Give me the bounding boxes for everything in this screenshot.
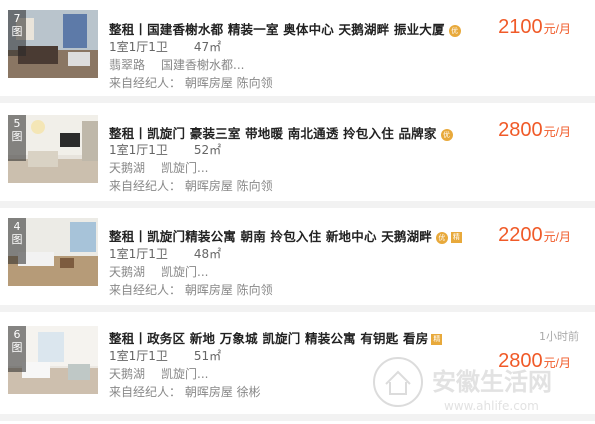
listing-agent: 来自经纪人： 朝晖房屋 陈向领 xyxy=(109,76,273,90)
listing-title[interactable]: 整租丨政务区 新地 万象城 凯旋门 精装公寓 有钥匙 看房精 xyxy=(109,328,443,347)
listing-spec: 1室1厅1卫 47㎡ xyxy=(109,40,222,54)
listing-location[interactable]: 天鹅湖 凯旋门... xyxy=(109,365,208,382)
listing-spec: 1室1厅1卫 52㎡ xyxy=(109,143,222,157)
verified-badge-icon: 优 xyxy=(436,231,449,244)
separator xyxy=(0,201,595,208)
listing-item[interactable]: 7图 整租丨国建香榭水都 精装一室 奥体中心 天鹅湖畔 振业大厦优 2100元/… xyxy=(0,0,595,100)
separator xyxy=(0,414,595,421)
listing-title[interactable]: 整租丨国建香榭水都 精装一室 奥体中心 天鹅湖畔 振业大厦优 xyxy=(109,19,461,38)
listing-price: 2800元/月 xyxy=(498,350,571,372)
post-time: 1小时前 xyxy=(539,330,579,343)
listing-photo[interactable]: 7图 xyxy=(8,10,98,78)
listing-agent: 来自经纪人： 朝晖房屋 陈向领 xyxy=(109,283,273,297)
photo-count: 7图 xyxy=(8,10,26,56)
listing-price: 2200元/月 xyxy=(498,224,571,246)
photo-count: 4图 xyxy=(8,218,26,264)
listing-location[interactable]: 天鹅湖 凯旋门... xyxy=(109,159,208,176)
verified-badge-icon: 优 xyxy=(440,128,453,141)
listing-item[interactable]: 5图 整租丨凯旋门 豪装三室 带地暖 南北通透 拎包入住 品牌家优 2800元/… xyxy=(0,103,595,203)
listing-price: 2100元/月 xyxy=(498,16,571,38)
photo-count: 6图 xyxy=(8,326,26,372)
listing-location[interactable]: 翡翠路 国建香榭水都... xyxy=(109,56,244,73)
listing-spec: 1室1厅1卫 51㎡ xyxy=(109,349,222,363)
listing-agent: 来自经纪人： 朝晖房屋 徐彬 xyxy=(109,385,261,399)
listing-title[interactable]: 整租丨凯旋门精装公寓 朝南 拎包入住 新地中心 天鹅湖畔优精 xyxy=(109,226,463,245)
listing-spec: 1室1厅1卫 48㎡ xyxy=(109,247,222,261)
listing-location[interactable]: 天鹅湖 凯旋门... xyxy=(109,263,208,280)
listing-price: 2800元/月 xyxy=(498,119,571,141)
listing-agent: 来自经纪人： 朝晖房屋 陈向领 xyxy=(109,179,273,193)
featured-badge-icon: 精 xyxy=(451,232,463,243)
photo-count: 5图 xyxy=(8,115,26,161)
listing-item[interactable]: 6图 1小时前 整租丨政务区 新地 万象城 凯旋门 精装公寓 有钥匙 看房精 2… xyxy=(0,312,595,412)
featured-badge-icon: 精 xyxy=(431,334,443,345)
listing-photo[interactable]: 6图 xyxy=(8,326,98,394)
separator xyxy=(0,96,595,103)
separator xyxy=(0,305,595,312)
listing-title[interactable]: 整租丨凯旋门 豪装三室 带地暖 南北通透 拎包入住 品牌家优 xyxy=(109,123,453,142)
listing-photo[interactable]: 4图 xyxy=(8,218,98,286)
verified-badge-icon: 优 xyxy=(448,24,461,37)
listing-photo[interactable]: 5图 xyxy=(8,115,98,183)
listing-item[interactable]: 4图 整租丨凯旋门精装公寓 朝南 拎包入住 新地中心 天鹅湖畔优精 2200元/… xyxy=(0,208,595,308)
